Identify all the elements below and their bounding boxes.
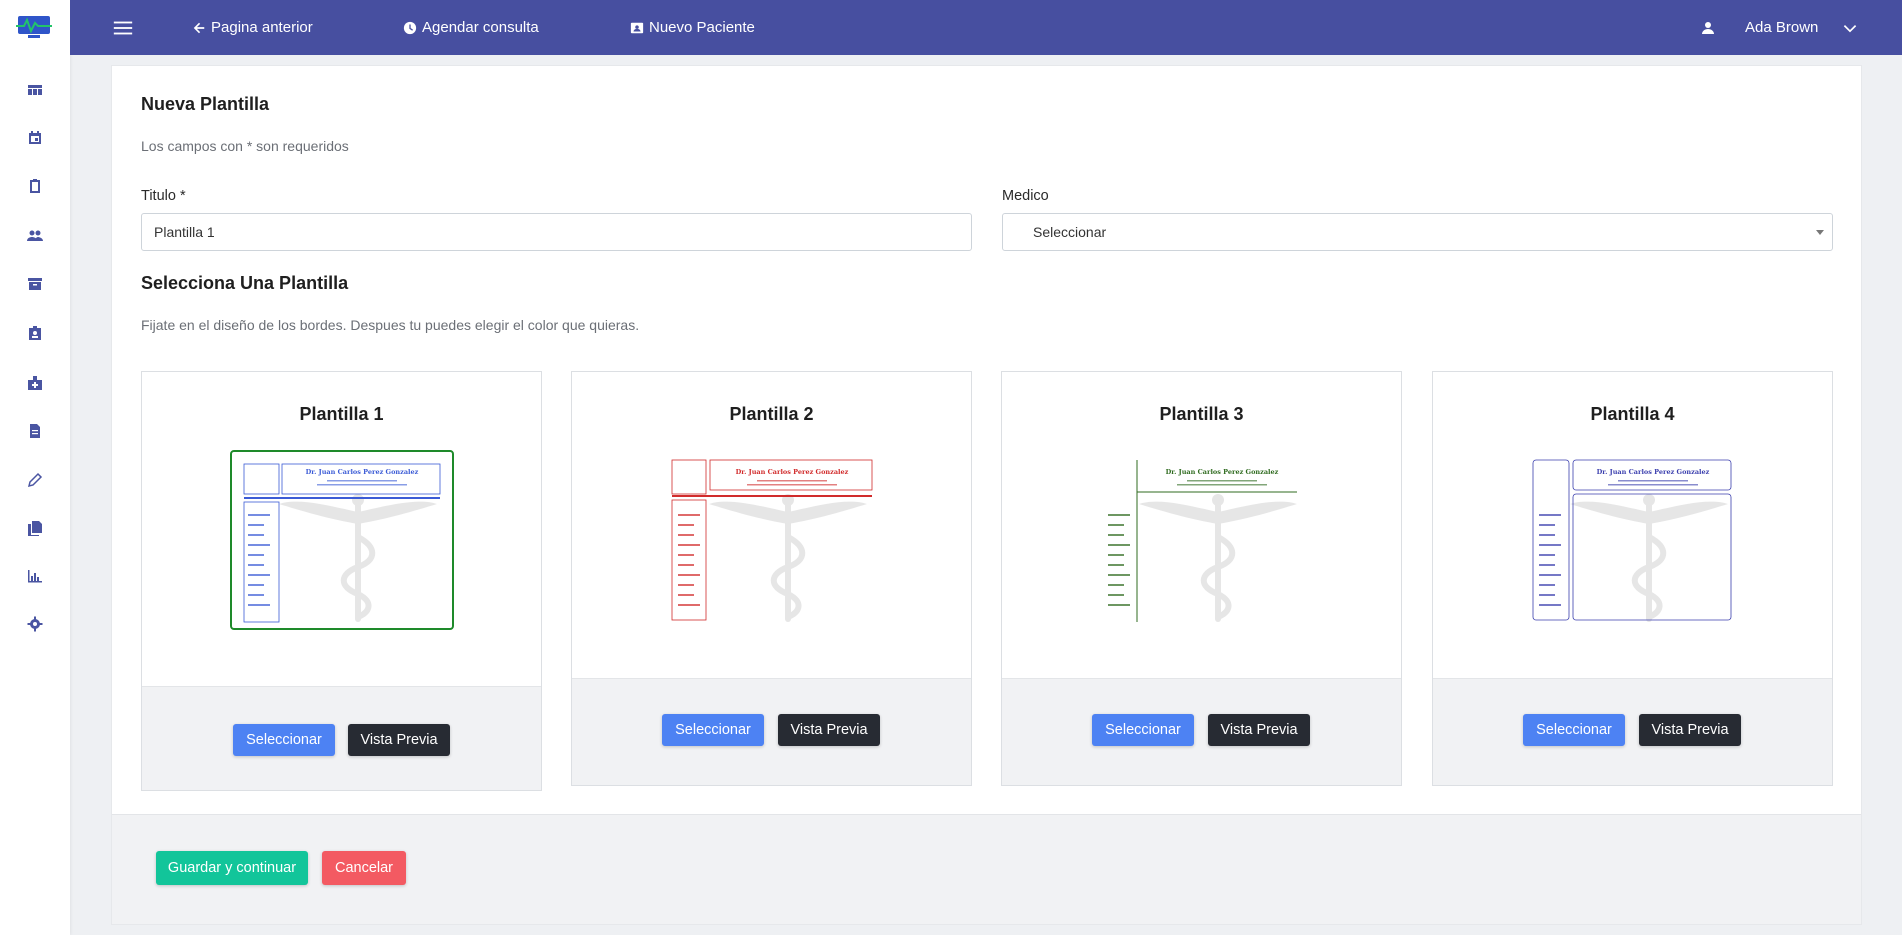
svg-text:Dr. Juan Carlos Perez Gonzalez: Dr. Juan Carlos Perez Gonzalez (736, 468, 849, 476)
preview-button[interactable]: Vista Previa (1639, 714, 1741, 746)
titulo-label: Titulo * (141, 188, 186, 204)
template-thumbnail[interactable]: Dr. Juan Carlos Perez Gonzalez (1092, 452, 1312, 628)
sidebar (0, 0, 70, 935)
settings-icon[interactable] (25, 614, 45, 634)
template-card-1: Plantilla 1 Dr. Juan Carlos Perez Gonzal… (141, 371, 542, 791)
svg-text:Dr. Juan Carlos Perez Gonzalez: Dr. Juan Carlos Perez Gonzalez (1597, 468, 1710, 476)
cancel-button[interactable]: Cancelar (322, 851, 406, 885)
letterhead-preview: Dr. Juan Carlos Perez Gonzalez (662, 452, 882, 628)
form-actions: Guardar y continuar Cancelar (112, 814, 1861, 924)
preview-button[interactable]: Vista Previa (778, 714, 880, 746)
medico-select-value: Seleccionar (1033, 224, 1107, 240)
svg-text:Dr. Juan Carlos Perez Gonzalez: Dr. Juan Carlos Perez Gonzalez (1166, 468, 1279, 476)
calendar-icon[interactable] (25, 128, 45, 148)
required-note: Los campos con * son requeridos (141, 138, 349, 154)
template-card-2: Plantilla 2 Dr. Juan Carlos Perez Gonzal… (571, 371, 972, 786)
people-icon[interactable] (25, 225, 45, 245)
template-title: Plantilla 4 (1590, 404, 1675, 424)
select-button[interactable]: Seleccionar (662, 714, 764, 746)
topbar: Pagina anterior Agendar consulta Nuevo P… (70, 0, 1902, 55)
page-title: Nueva Plantilla (141, 94, 270, 114)
select-button[interactable]: Seleccionar (233, 724, 335, 756)
back-link[interactable]: Pagina anterior (192, 0, 313, 55)
document-icon[interactable] (25, 421, 45, 441)
chevron-down-icon[interactable] (1842, 0, 1858, 55)
new-patient-link[interactable]: Nuevo Paciente (630, 0, 755, 55)
letterhead-preview: Dr. Juan Carlos Perez Gonzalez (232, 452, 452, 628)
section-title: Selecciona Una Plantilla (141, 273, 349, 293)
dashboard-icon[interactable] (25, 80, 45, 100)
caret-down-icon (1816, 230, 1824, 235)
template-footer: Seleccionar Vista Previa (142, 686, 541, 790)
template-footer: Seleccionar Vista Previa (572, 678, 971, 785)
svg-text:Dr. Juan Carlos Perez Gonzalez: Dr. Juan Carlos Perez Gonzalez (306, 468, 419, 476)
arrow-left-icon (193, 22, 205, 33)
back-label: Pagina anterior (211, 19, 313, 36)
letterhead-preview: Dr. Juan Carlos Perez Gonzalez (1523, 452, 1743, 628)
pen-icon[interactable] (25, 470, 45, 490)
chart-icon[interactable] (25, 566, 45, 586)
letterhead-preview: Dr. Juan Carlos Perez Gonzalez (1092, 452, 1312, 628)
clipboard-icon[interactable] (25, 176, 45, 196)
template-title: Plantilla 3 (1159, 404, 1244, 424)
template-card-3: Plantilla 3 Dr. Juan Carlos Perez Gonzal… (1001, 371, 1402, 786)
preview-button[interactable]: Vista Previa (1208, 714, 1310, 746)
menu-icon[interactable] (112, 0, 134, 55)
schedule-link[interactable]: Agendar consulta (403, 0, 539, 55)
template-title: Plantilla 1 (299, 404, 384, 424)
template-footer: Seleccionar Vista Previa (1433, 678, 1832, 785)
section-note: Fijate en el diseño de los bordes. Despu… (141, 317, 640, 333)
template-title: Plantilla 2 (729, 404, 814, 424)
archive-icon[interactable] (25, 274, 45, 294)
contact-card-icon (630, 22, 644, 33)
new-template-form: Nueva Plantilla Los campos con * son req… (111, 65, 1862, 925)
medico-select[interactable]: Seleccionar (1002, 213, 1833, 251)
medico-label: Medico (1002, 188, 1049, 204)
new-patient-label: Nuevo Paciente (649, 19, 755, 36)
app-logo[interactable] (14, 14, 54, 40)
template-card-4: Plantilla 4 Dr. Juan Carlos Perez Gonzal… (1432, 371, 1833, 786)
save-button[interactable]: Guardar y continuar (156, 851, 308, 885)
hospital-icon[interactable] (25, 373, 45, 393)
schedule-label: Agendar consulta (422, 19, 539, 36)
clock-icon (403, 21, 417, 34)
template-thumbnail[interactable]: Dr. Juan Carlos Perez Gonzalez (662, 452, 882, 628)
user-name[interactable]: Ada Brown (1745, 0, 1818, 55)
select-button[interactable]: Seleccionar (1092, 714, 1194, 746)
template-footer: Seleccionar Vista Previa (1002, 678, 1401, 785)
select-button[interactable]: Seleccionar (1523, 714, 1625, 746)
template-thumbnail[interactable]: Dr. Juan Carlos Perez Gonzalez (1523, 452, 1743, 628)
file-icon[interactable] (25, 518, 45, 538)
preview-button[interactable]: Vista Previa (348, 724, 450, 756)
titulo-input[interactable] (141, 213, 972, 251)
template-thumbnail[interactable]: Dr. Juan Carlos Perez Gonzalez (230, 450, 454, 630)
user-icon (1700, 0, 1716, 55)
badge-icon[interactable] (25, 323, 45, 343)
